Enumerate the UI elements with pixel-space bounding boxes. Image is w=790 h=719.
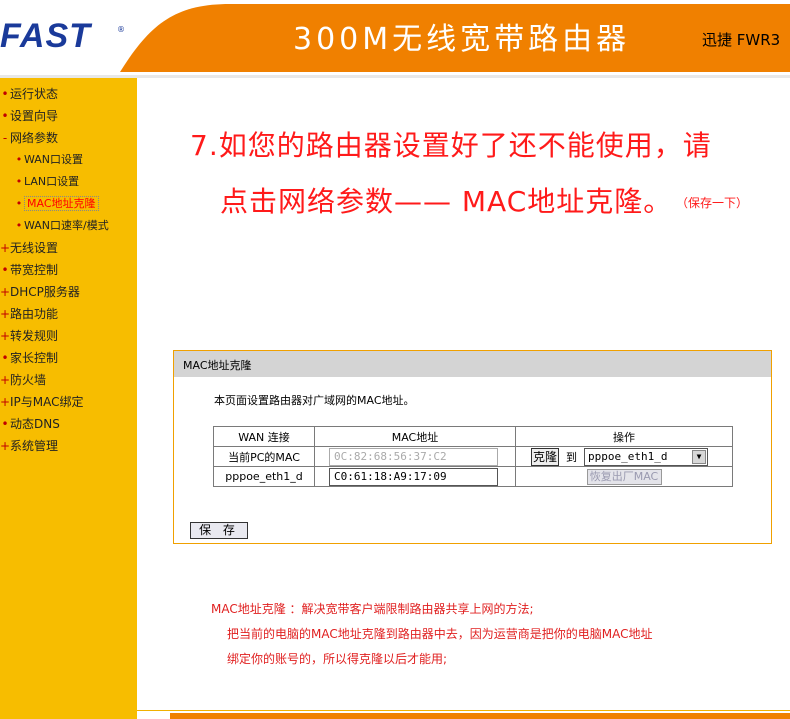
sidebar-item-lan[interactable]: • LAN口设置 bbox=[14, 171, 79, 193]
sidebar: •运行状态 •设置向导 - 网络参数 • WAN口设置 • LAN口设置 • MAC地址… bbox=[0, 78, 137, 719]
panel-header: MAC地址克隆 bbox=[174, 351, 771, 377]
collapse-icon: - bbox=[2, 131, 8, 145]
mac-cell: C0:61:18:A9:17:09 bbox=[314, 466, 516, 487]
restore-factory-mac-button[interactable]: 恢复出厂MAC bbox=[586, 468, 662, 485]
expand-icon: + bbox=[0, 329, 11, 343]
note-line-3: 绑定你的账号的，所以得克隆以后才能用; bbox=[227, 652, 448, 666]
sidebar-item-dhcp[interactable]: +DHCP服务器 bbox=[0, 281, 80, 303]
expand-icon: + bbox=[0, 439, 11, 453]
sidebar-item-network[interactable]: - 网络参数 bbox=[0, 127, 58, 149]
note-line-2: 把当前的电脑的MAC地址克隆到路由器中去，因为运营商是把你的电脑MAC地址 bbox=[227, 627, 653, 641]
sidebar-item-ddns[interactable]: •动态DNS bbox=[0, 413, 59, 435]
sidebar-item-ip-mac-binding[interactable]: +IP与MAC绑定 bbox=[0, 391, 84, 413]
sidebar-item-wan-speed[interactable]: • WAN口速率/模式 bbox=[14, 215, 109, 237]
panel-title: MAC地址克隆 bbox=[183, 359, 252, 372]
tutorial-line-1: 7.如您的路由器设置好了还不能使用，请 bbox=[190, 129, 712, 162]
brand-model: 迅捷 FWR3 bbox=[702, 31, 781, 49]
sidebar-item-system[interactable]: +系统管理 bbox=[0, 435, 58, 457]
mac-cell: 0C:82:68:56:37:C2 bbox=[314, 446, 516, 467]
expand-icon: + bbox=[0, 241, 11, 255]
sidebar-item-routing[interactable]: +路由功能 bbox=[0, 303, 58, 325]
sidebar-item-firewall[interactable]: +防火墙 bbox=[0, 369, 46, 391]
bullet-icon: • bbox=[15, 175, 23, 188]
panel-description: 本页面设置路由器对广域网的MAC地址。 bbox=[214, 394, 415, 407]
bullet-icon: • bbox=[15, 219, 23, 232]
sidebar-item-bandwidth[interactable]: •带宽控制 bbox=[0, 259, 58, 281]
tutorial-note: （保存一下） bbox=[676, 196, 749, 210]
col-header-action: 操作 bbox=[515, 426, 733, 447]
bullet-icon: • bbox=[1, 87, 9, 101]
save-button[interactable]: 保 存 bbox=[190, 522, 248, 539]
registered-mark: ® bbox=[117, 25, 125, 34]
note-line-1: MAC地址克隆 ：解决宽带客户端限制路由器共享上网的方法; bbox=[211, 602, 534, 616]
wan-mac-field[interactable]: C0:61:18:A9:17:09 bbox=[329, 467, 498, 486]
table-row: 当前PC的MAC 0C:82:68:56:37:C2 克隆到 pppoe_eth1… bbox=[213, 446, 733, 467]
dropdown-arrow-icon[interactable]: ▼ bbox=[692, 449, 707, 464]
bullet-icon: • bbox=[1, 109, 9, 123]
to-label: 到 bbox=[566, 450, 578, 464]
sidebar-item-forwarding[interactable]: +转发规则 bbox=[0, 325, 58, 347]
action-cell: 克隆到 pppoe_eth1_d ▼ bbox=[515, 446, 733, 467]
sidebar-item-wizard[interactable]: •设置向导 bbox=[0, 105, 58, 127]
bullet-icon: • bbox=[1, 417, 9, 431]
sidebar-item-wireless[interactable]: +无线设置 bbox=[0, 237, 58, 259]
expand-icon: + bbox=[0, 285, 11, 299]
bullet-icon: • bbox=[1, 351, 9, 365]
footer-bar bbox=[170, 713, 790, 719]
current-pc-mac-field[interactable]: 0C:82:68:56:37:C2 bbox=[329, 447, 498, 466]
tutorial-line-2: 点击网络参数—— MAC地址克隆。 bbox=[220, 185, 673, 218]
bullet-icon: • bbox=[15, 197, 23, 210]
table-row: pppoe_eth1_d C0:61:18:A9:17:09 恢复出厂MAC bbox=[213, 466, 733, 487]
bullet-icon: • bbox=[1, 263, 9, 277]
sidebar-item-parental[interactable]: •家长控制 bbox=[0, 347, 58, 369]
mac-table: WAN 连接 MAC地址 操作 当前PC的MAC 0C:82:68:56:37:… bbox=[213, 426, 733, 487]
fast-logo: FAST bbox=[0, 17, 91, 55]
row-label-current-pc: 当前PC的MAC bbox=[213, 446, 315, 467]
footer-divider bbox=[137, 710, 790, 711]
bullet-icon: • bbox=[15, 153, 23, 166]
row-label-wan: pppoe_eth1_d bbox=[213, 466, 315, 487]
expand-icon: + bbox=[0, 395, 11, 409]
product-title: 300M无线宽带路由器 bbox=[293, 22, 631, 57]
expand-icon: + bbox=[0, 307, 11, 321]
table-header-row: WAN 连接 MAC地址 操作 bbox=[213, 426, 733, 447]
clone-button[interactable]: 克隆 bbox=[531, 447, 560, 466]
col-header-wan: WAN 连接 bbox=[213, 426, 315, 447]
expand-icon: + bbox=[0, 373, 11, 387]
mac-clone-panel: MAC地址克隆 本页面设置路由器对广域网的MAC地址。 WAN 连接 MAC地址… bbox=[173, 350, 772, 544]
header: FAST ® 300M无线宽带路由器 迅捷 FWR3 bbox=[0, 0, 790, 78]
action-cell: 恢复出厂MAC bbox=[515, 466, 733, 487]
wan-connection-select[interactable]: pppoe_eth1_d ▼ bbox=[584, 447, 709, 466]
col-header-mac: MAC地址 bbox=[314, 426, 516, 447]
sidebar-item-mac-clone[interactable]: • MAC地址克隆 bbox=[14, 193, 99, 215]
sidebar-item-status[interactable]: •运行状态 bbox=[0, 83, 58, 105]
sidebar-item-wan[interactable]: • WAN口设置 bbox=[14, 149, 83, 171]
